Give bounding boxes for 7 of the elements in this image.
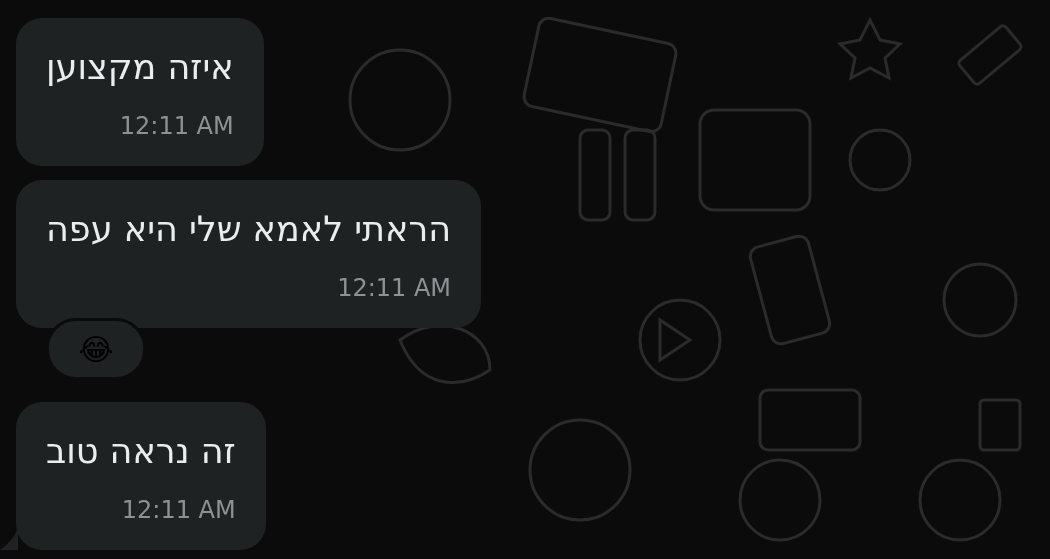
- reaction-emoji[interactable]: 😂: [46, 318, 146, 380]
- message-time: 12:11 AM: [119, 112, 234, 140]
- message-text: זה נראה טוב: [46, 430, 236, 473]
- message-time: 12:11 AM: [337, 274, 452, 302]
- message-time: 12:11 AM: [121, 496, 236, 524]
- message-text: איזה מקצוען: [46, 46, 234, 89]
- message-text: הראתי לאמא שלי היא עפה: [46, 208, 452, 251]
